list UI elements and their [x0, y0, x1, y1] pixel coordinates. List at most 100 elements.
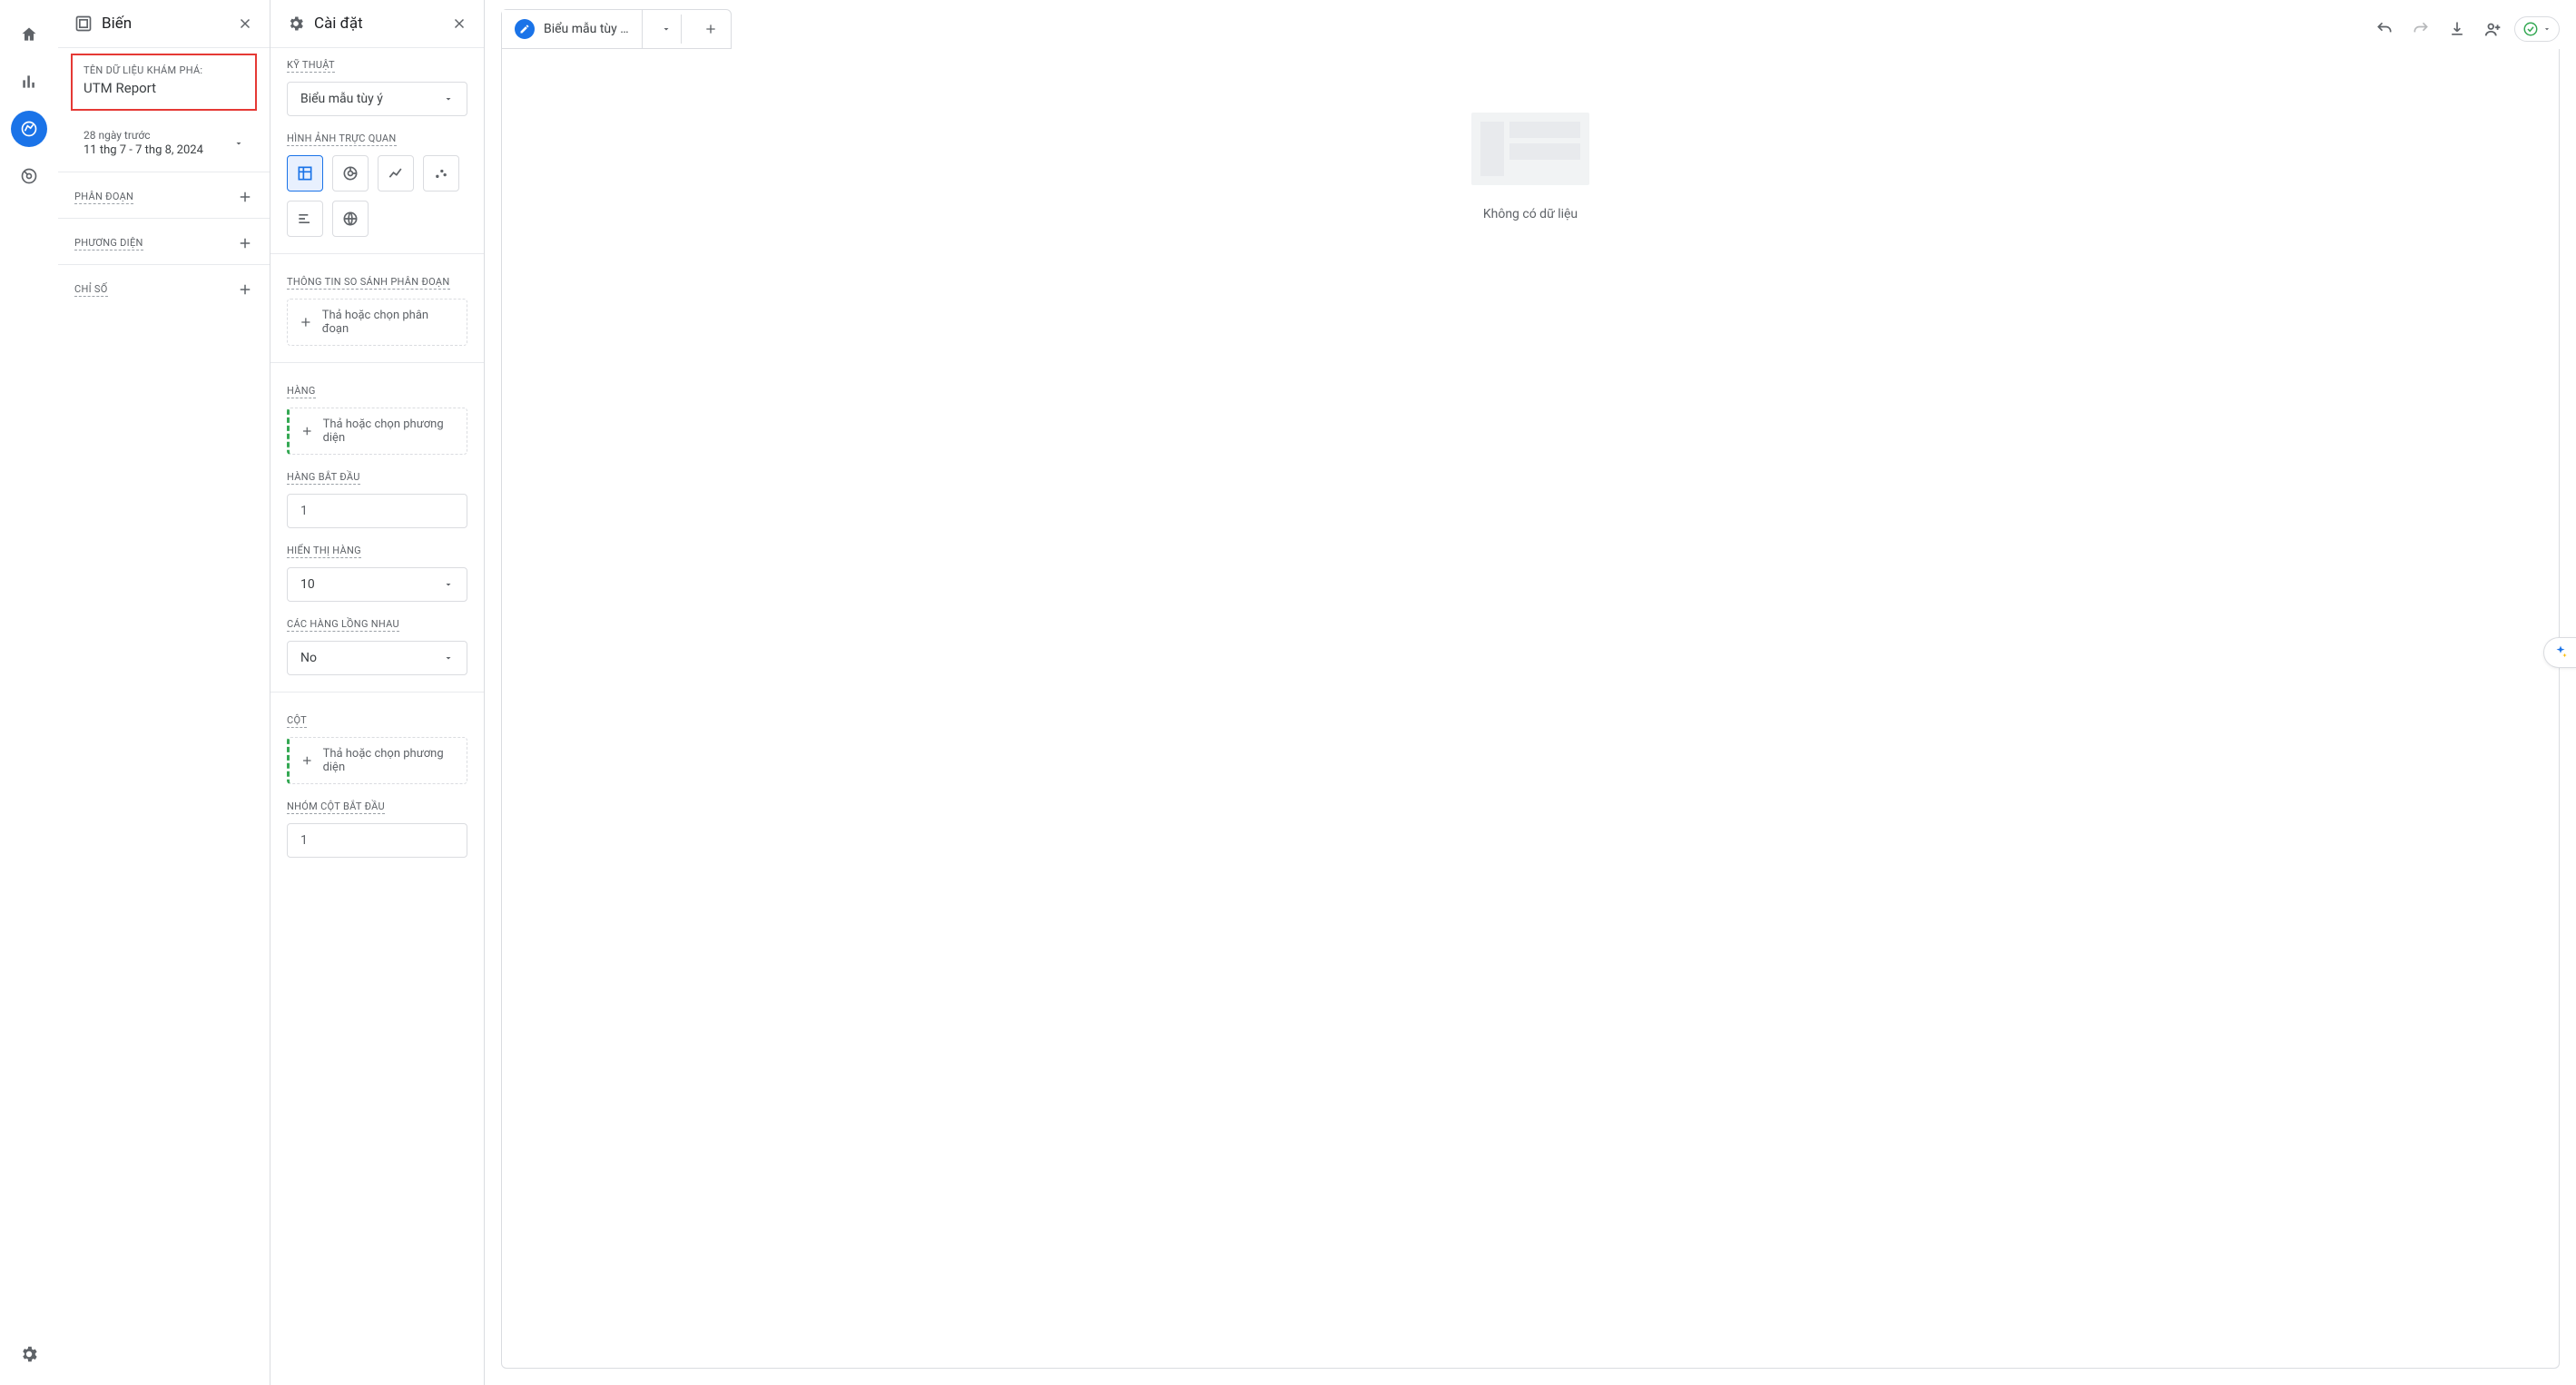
close-variables-button[interactable]	[237, 15, 253, 32]
canvas: Không có dữ liệu	[501, 49, 2560, 1369]
gear-icon	[287, 15, 305, 33]
settings-title-row: Cài đặt	[287, 15, 363, 33]
undo-button[interactable]	[2369, 14, 2400, 44]
plus-icon	[237, 189, 253, 205]
columns-label: CỘT	[287, 714, 307, 728]
close-icon	[237, 15, 253, 32]
chevron-down-icon	[443, 579, 454, 590]
exploration-name-box[interactable]: TÊN DỮ LIỆU KHÁM PHÁ: UTM Report	[71, 54, 257, 111]
variables-title: Biến	[102, 15, 132, 33]
segment-dropzone[interactable]: Thả hoặc chọn phân đoạn	[287, 299, 467, 346]
close-icon	[451, 15, 467, 32]
add-metric-button[interactable]	[237, 281, 253, 298]
dimensions-label: PHƯƠNG DIỆN	[74, 237, 143, 250]
viz-scatter-button[interactable]	[423, 155, 459, 192]
settings-title: Cài đặt	[314, 15, 363, 33]
exploration-name-label: TÊN DỮ LIỆU KHÁM PHÁ:	[84, 64, 244, 76]
nav-advertising[interactable]	[11, 158, 47, 194]
visualization-grid	[287, 155, 467, 237]
segment-compare-label: THÔNG TIN SO SÁNH PHÂN ĐOẠN	[287, 276, 450, 290]
show-rows-value: 10	[300, 577, 315, 592]
add-segment-button[interactable]	[237, 189, 253, 205]
nav-admin[interactable]	[11, 1336, 47, 1372]
empty-illustration	[1471, 113, 1589, 185]
date-preset-label: 28 ngày trước	[84, 129, 203, 142]
variables-title-row: Biến	[74, 15, 132, 33]
date-range-value: 11 thg 7 - 7 thg 8, 2024	[84, 143, 203, 157]
tab-active[interactable]: Biểu mẫu tùy …	[502, 10, 643, 48]
chevron-down-icon	[443, 653, 454, 663]
line-icon	[387, 164, 405, 182]
date-range-selector[interactable]: 28 ngày trước 11 thg 7 - 7 thg 8, 2024	[74, 123, 253, 162]
table-icon	[296, 164, 314, 182]
tab-title: Biểu mẫu tùy …	[544, 22, 629, 36]
tab-menu-button[interactable]	[652, 15, 682, 44]
rows-drop-text: Thả hoặc chọn phương diện	[323, 417, 456, 445]
technique-value: Biểu mẫu tùy ý	[300, 92, 383, 106]
nested-rows-label: CÁC HÀNG LỒNG NHAU	[287, 618, 399, 632]
row-start-input[interactable]: 1	[287, 494, 467, 528]
share-icon	[2483, 19, 2503, 39]
empty-text: Không có dữ liệu	[1483, 207, 1578, 221]
viz-line-button[interactable]	[378, 155, 414, 192]
exploration-name-value: UTM Report	[84, 80, 244, 96]
nav-explore[interactable]	[11, 111, 47, 147]
rows-label: HÀNG	[287, 385, 316, 398]
main-area: Biểu mẫu tùy …	[485, 0, 2576, 1385]
scatter-icon	[432, 164, 450, 182]
add-dimension-button[interactable]	[237, 235, 253, 251]
share-button[interactable]	[2478, 14, 2509, 44]
settings-panel: Cài đặt KỸ THUẬT Biểu mẫu tùy ý HÌNH ẢNH…	[270, 0, 485, 1385]
status-button[interactable]	[2514, 16, 2560, 42]
chevron-down-icon	[443, 93, 454, 104]
row-start-value: 1	[300, 504, 308, 518]
nav-reports[interactable]	[11, 64, 47, 100]
chevron-down-icon	[2542, 25, 2551, 34]
rows-dropzone[interactable]: Thả hoặc chọn phương diện	[287, 408, 467, 455]
technique-select[interactable]: Biểu mẫu tùy ý	[287, 82, 467, 116]
show-rows-label: HIỂN THỊ HÀNG	[287, 545, 361, 558]
viz-geo-button[interactable]	[332, 201, 369, 237]
visualization-label: HÌNH ẢNH TRỰC QUAN	[287, 133, 397, 146]
chevron-down-icon	[661, 24, 672, 34]
plus-icon	[299, 315, 313, 329]
plus-icon	[300, 424, 314, 438]
viz-table-button[interactable]	[287, 155, 323, 192]
metrics-section: CHỈ SỐ	[58, 264, 270, 310]
columns-dropzone[interactable]: Thả hoặc chọn phương diện	[287, 737, 467, 784]
plus-icon	[300, 753, 314, 768]
technique-label: KỸ THUẬT	[287, 59, 335, 73]
plus-icon	[703, 22, 718, 36]
nav-home[interactable]	[11, 16, 47, 53]
segments-label: PHÂN ĐOẠN	[74, 191, 133, 204]
sparkle-icon	[2552, 644, 2569, 661]
plus-icon	[237, 281, 253, 298]
col-group-start-input[interactable]: 1	[287, 823, 467, 858]
nested-rows-select[interactable]: No	[287, 641, 467, 675]
tabs-bar: Biểu mẫu tùy …	[501, 9, 732, 49]
download-button[interactable]	[2442, 14, 2473, 44]
col-group-start-value: 1	[300, 833, 308, 848]
toolbar	[2369, 14, 2560, 44]
download-icon	[2448, 20, 2466, 38]
variables-panel: Biến TÊN DỮ LIỆU KHÁM PHÁ: UTM Report 28…	[58, 0, 270, 1385]
nav-rail	[0, 0, 58, 1385]
dimensions-section: PHƯƠNG DIỆN	[58, 218, 270, 264]
metrics-label: CHỈ SỐ	[74, 283, 108, 297]
add-tab-button[interactable]	[691, 13, 731, 45]
redo-button[interactable]	[2405, 14, 2436, 44]
col-group-start-label: NHÓM CỘT BẮT ĐẦU	[287, 801, 385, 814]
segment-drop-text: Thả hoặc chọn phân đoạn	[322, 309, 456, 336]
viz-donut-button[interactable]	[332, 155, 369, 192]
columns-drop-text: Thả hoặc chọn phương diện	[323, 747, 456, 774]
chevron-down-icon	[233, 138, 244, 149]
insights-button[interactable]	[2543, 637, 2576, 668]
show-rows-select[interactable]: 10	[287, 567, 467, 602]
globe-icon	[341, 210, 359, 228]
row-start-label: HÀNG BẮT ĐẦU	[287, 471, 360, 485]
pencil-icon	[515, 19, 535, 39]
bar-icon	[296, 210, 314, 228]
viz-bar-button[interactable]	[287, 201, 323, 237]
close-settings-button[interactable]	[451, 15, 467, 32]
redo-icon	[2412, 20, 2430, 38]
